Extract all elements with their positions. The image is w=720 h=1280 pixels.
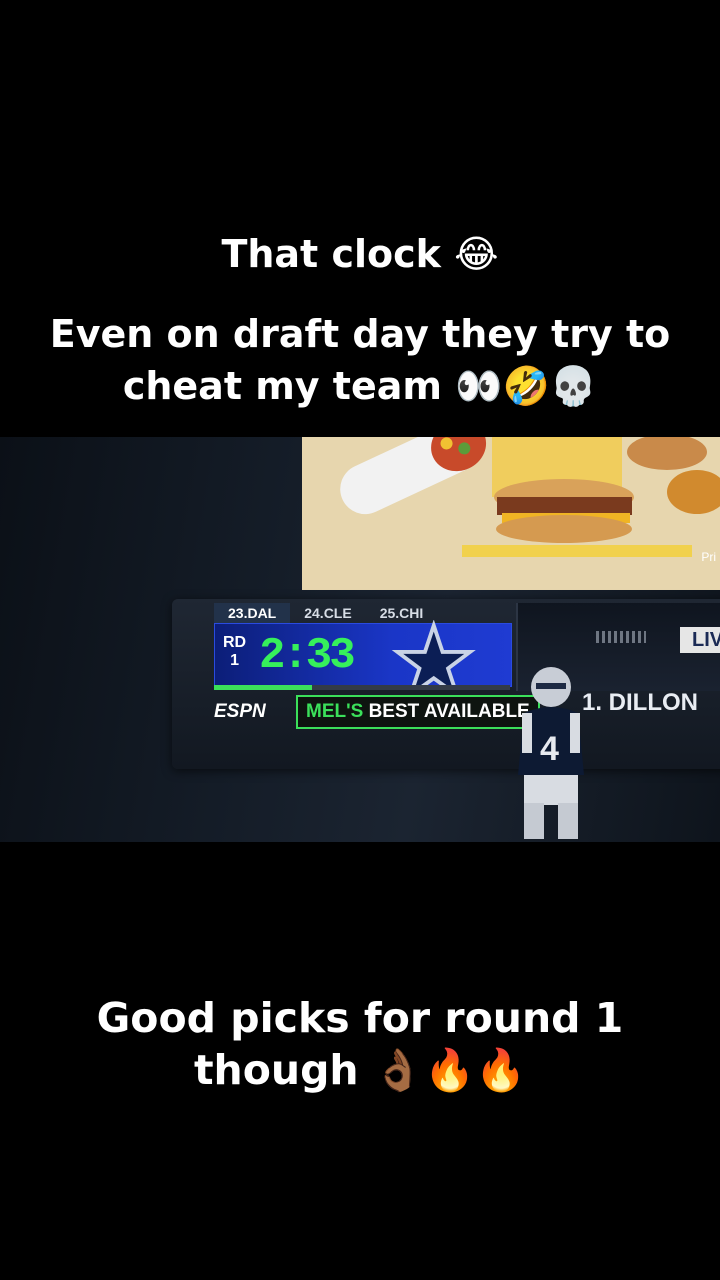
- food-ad: Pri: [302, 437, 720, 590]
- caption-top: That clock 😂: [221, 232, 499, 276]
- svg-text:4: 4: [540, 730, 559, 768]
- round-label: RD: [223, 634, 247, 651]
- ticker-text: 1. DILLON: [582, 689, 699, 716]
- pick-clock: 2:33: [259, 631, 356, 681]
- clock-progress-bar: [214, 685, 510, 690]
- breakfast-food-image: [302, 437, 720, 590]
- best-available-prefix: MEL'S: [306, 701, 364, 722]
- draft-scoreboard: 23.DAL 24.CLE 25.CHI RD 1 2:33 ESPN MEL'…: [172, 599, 720, 769]
- video-frame: Pri 23.DAL 24.CLE 25.CHI RD 1 2:33 ESPN …: [0, 437, 720, 842]
- live-label: LIV: [680, 627, 720, 653]
- caption-bottom: Good picks for round 1 though 👌🏾🔥🔥: [96, 994, 624, 1094]
- pick-next: 24.CLE: [304, 605, 352, 621]
- caption-second: Even on draft day they try to cheat my t…: [49, 312, 671, 408]
- pick-current: 23.DAL: [214, 603, 291, 623]
- network-row: ESPN MEL'S BEST AVAILABLE: [214, 694, 540, 730]
- espn-logo: ESPN: [214, 701, 266, 722]
- round-number: 1: [230, 652, 239, 669]
- round-indicator: RD 1: [223, 634, 246, 670]
- cowboys-star-icon: [391, 620, 476, 688]
- clock-panel: RD 1 2:33: [214, 620, 512, 688]
- ticker-dots: [596, 631, 646, 643]
- ad-corner-text: Pri: [701, 550, 716, 564]
- best-available-box: MEL'S BEST AVAILABLE: [296, 695, 540, 729]
- clock-progress-fill: [214, 685, 312, 690]
- dallas-quarterback-sticker: 4: [518, 667, 584, 839]
